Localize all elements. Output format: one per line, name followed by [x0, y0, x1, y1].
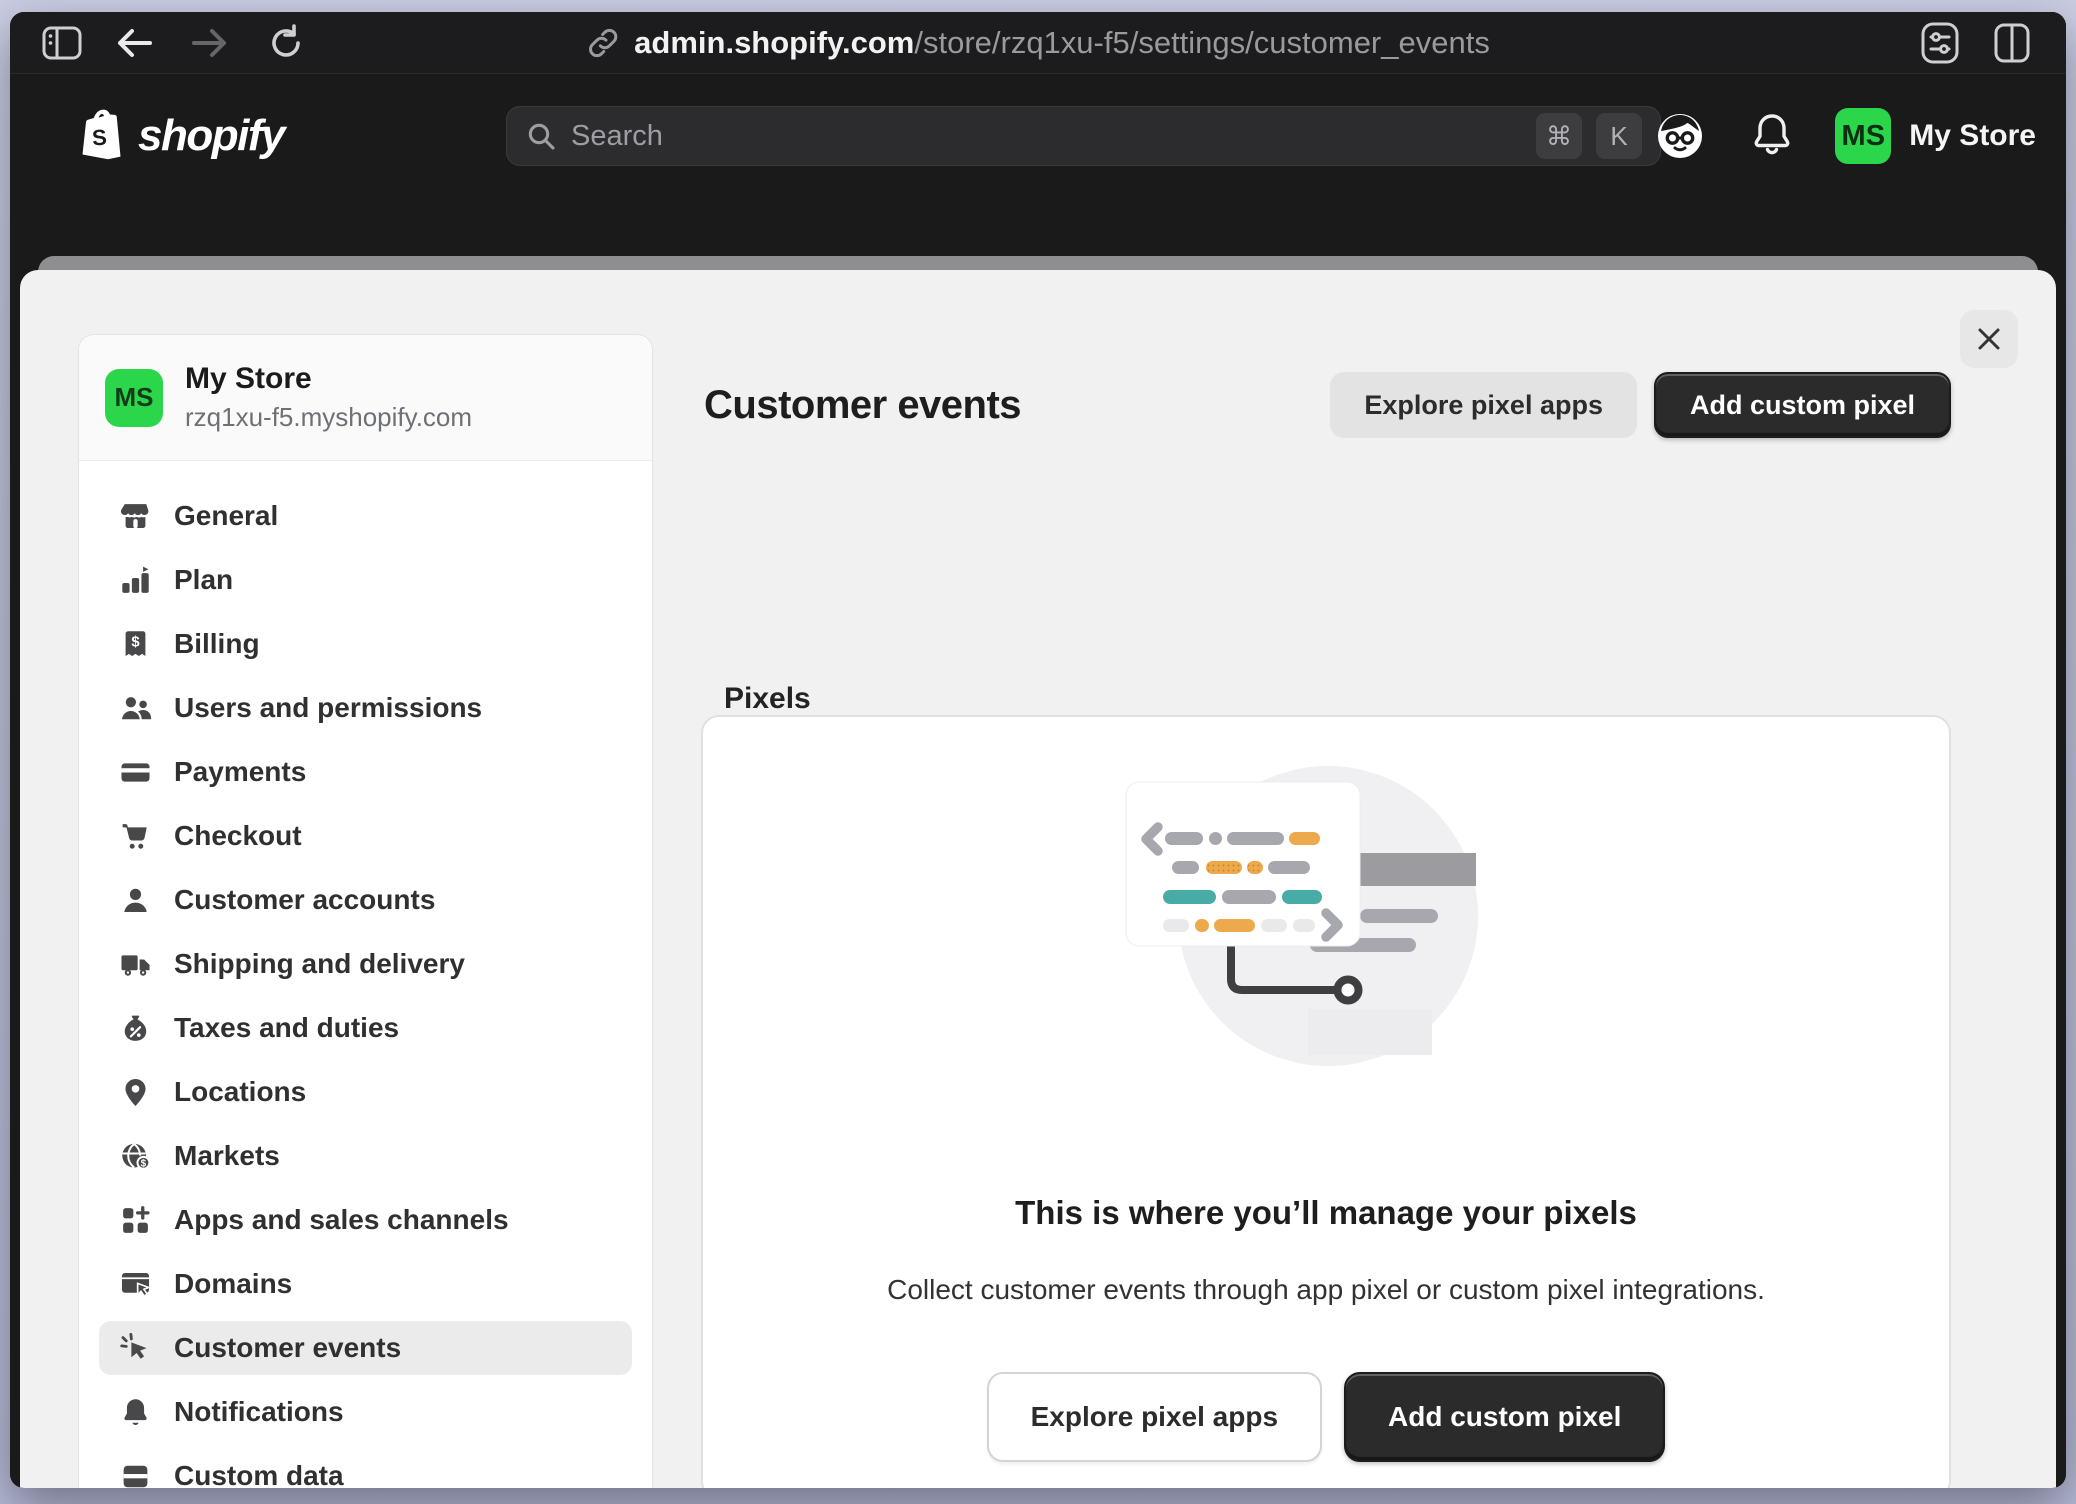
- sidebar-item-label: Payments: [174, 756, 306, 788]
- store-switcher[interactable]: MS My Store rzq1xu-f5.myshopify.com: [79, 335, 652, 461]
- account-menu[interactable]: MS My Store: [1835, 108, 2036, 164]
- split-view-icon[interactable]: [1988, 19, 2036, 67]
- add-custom-pixel-button-empty[interactable]: Add custom pixel: [1344, 1372, 1665, 1462]
- url-host: admin.shopify.com: [634, 25, 914, 60]
- browser-toolbar: admin.shopify.com/store/rzq1xu-f5/settin…: [10, 12, 2066, 74]
- sidebar-item-custom-data[interactable]: Custom data: [99, 1449, 632, 1488]
- page-title: Customer events: [704, 383, 1021, 428]
- shopify-wordmark: shopify: [138, 111, 284, 161]
- sidebar-item-users-and-permissions[interactable]: Users and permissions: [99, 681, 632, 735]
- explore-pixel-apps-button-empty[interactable]: Explore pixel apps: [987, 1372, 1322, 1462]
- sidebar-item-checkout[interactable]: Checkout: [99, 809, 632, 863]
- reload-button[interactable]: [262, 19, 310, 67]
- sidebar-item-customer-events[interactable]: Customer events: [99, 1321, 632, 1375]
- pixels-empty-state-card: This is where you’ll manage your pixels …: [701, 715, 1951, 1488]
- url-path: /store/rzq1xu-f5/settings/customer_event…: [914, 25, 1489, 60]
- store-icon: [119, 500, 152, 533]
- sidebar-item-label: Billing: [174, 628, 260, 660]
- sidebar-item-notifications[interactable]: Notifications: [99, 1385, 632, 1439]
- sidebar-item-apps-and-sales-channels[interactable]: Apps and sales channels: [99, 1193, 632, 1247]
- page-header: Customer events Explore pixel apps Add c…: [704, 370, 1951, 440]
- customdata-icon: [119, 1460, 152, 1489]
- sidebar-item-payments[interactable]: Payments: [99, 745, 632, 799]
- store-avatar: MS: [105, 369, 163, 427]
- sidebar-item-label: Taxes and duties: [174, 1012, 399, 1044]
- sidebar-item-markets[interactable]: Markets: [99, 1129, 632, 1183]
- account-icon: [119, 884, 152, 917]
- sidebar-item-label: Customer accounts: [174, 884, 435, 916]
- billing-icon: [119, 628, 152, 661]
- search-input[interactable]: Search ⌘ K: [506, 106, 1661, 166]
- sidebar-item-label: Notifications: [174, 1396, 344, 1428]
- shopify-admin: S shopify Search ⌘ K: [10, 74, 2066, 1488]
- shipping-icon: [119, 948, 152, 981]
- store-name: My Store: [185, 362, 472, 396]
- sidebar-item-label: Markets: [174, 1140, 280, 1172]
- back-button[interactable]: [110, 19, 158, 67]
- settings-sidebar: MS My Store rzq1xu-f5.myshopify.com Gene…: [78, 334, 653, 1488]
- sidebar-item-billing[interactable]: Billing: [99, 617, 632, 671]
- explore-pixel-apps-button[interactable]: Explore pixel apps: [1330, 372, 1637, 438]
- sidebar-item-label: Locations: [174, 1076, 306, 1108]
- events-icon: [119, 1332, 152, 1365]
- sidebar-item-plan[interactable]: Plan: [99, 553, 632, 607]
- domains-icon: [119, 1268, 152, 1301]
- sidebar-item-general[interactable]: General: [99, 489, 632, 543]
- sidebar-toggle-icon[interactable]: [38, 19, 86, 67]
- checkout-icon: [119, 820, 152, 853]
- account-avatar: MS: [1835, 108, 1891, 164]
- browser-settings-icon[interactable]: [1916, 19, 1964, 67]
- sidebar-item-customer-accounts[interactable]: Customer accounts: [99, 873, 632, 927]
- sidebar-item-label: Checkout: [174, 820, 302, 852]
- users-icon: [119, 692, 152, 725]
- settings-modal: MS My Store rzq1xu-f5.myshopify.com Gene…: [20, 270, 2056, 1488]
- empty-state-subtitle: Collect customer events through app pixe…: [703, 1274, 1949, 1306]
- sidebar-item-label: Apps and sales channels: [174, 1204, 509, 1236]
- sidebar-item-label: General: [174, 500, 278, 532]
- browser-window: admin.shopify.com/store/rzq1xu-f5/settin…: [10, 12, 2066, 1488]
- sidekick-assistant-icon[interactable]: [1651, 107, 1709, 165]
- notifications-bell-icon[interactable]: [1749, 111, 1795, 161]
- settings-nav: General Plan Billing Users and permissio…: [79, 461, 652, 1488]
- address-bar[interactable]: admin.shopify.com/store/rzq1xu-f5/settin…: [586, 25, 1490, 61]
- add-custom-pixel-button[interactable]: Add custom pixel: [1654, 372, 1951, 438]
- search-placeholder: Search: [571, 120, 1522, 153]
- payments-icon: [119, 756, 152, 789]
- sidebar-item-label: Plan: [174, 564, 233, 596]
- sidebar-item-locations[interactable]: Locations: [99, 1065, 632, 1119]
- k-key-badge: K: [1596, 113, 1642, 159]
- shopify-logo[interactable]: S shopify: [76, 107, 284, 165]
- sidebar-item-label: Domains: [174, 1268, 292, 1300]
- pixels-section-title: Pixels: [724, 682, 811, 716]
- sidebar-item-shipping-and-delivery[interactable]: Shipping and delivery: [99, 937, 632, 991]
- sidebar-item-label: Custom data: [174, 1460, 344, 1488]
- sidebar-item-label: Customer events: [174, 1332, 401, 1364]
- empty-state-title: This is where you’ll manage your pixels: [703, 1194, 1949, 1232]
- sidebar-item-label: Users and permissions: [174, 692, 482, 724]
- shopify-header: S shopify Search ⌘ K: [10, 74, 2066, 198]
- markets-icon: [119, 1140, 152, 1173]
- apps-icon: [119, 1204, 152, 1237]
- sidebar-item-domains[interactable]: Domains: [99, 1257, 632, 1311]
- shopify-bag-icon: S: [76, 107, 128, 165]
- locations-icon: [119, 1076, 152, 1109]
- svg-text:S: S: [91, 125, 107, 151]
- forward-button[interactable]: [186, 19, 234, 67]
- link-icon: [586, 26, 620, 60]
- taxes-icon: [119, 1012, 152, 1045]
- notifications-icon: [119, 1396, 152, 1429]
- close-icon[interactable]: [1960, 310, 2018, 368]
- sidebar-item-taxes-and-duties[interactable]: Taxes and duties: [99, 1001, 632, 1055]
- account-name: My Store: [1909, 119, 2036, 153]
- cmd-key-badge: ⌘: [1536, 113, 1582, 159]
- store-domain: rzq1xu-f5.myshopify.com: [185, 402, 472, 433]
- pixels-illustration: [1096, 753, 1556, 1098]
- plan-icon: [119, 564, 152, 597]
- search-icon: [525, 120, 557, 152]
- sidebar-item-label: Shipping and delivery: [174, 948, 465, 980]
